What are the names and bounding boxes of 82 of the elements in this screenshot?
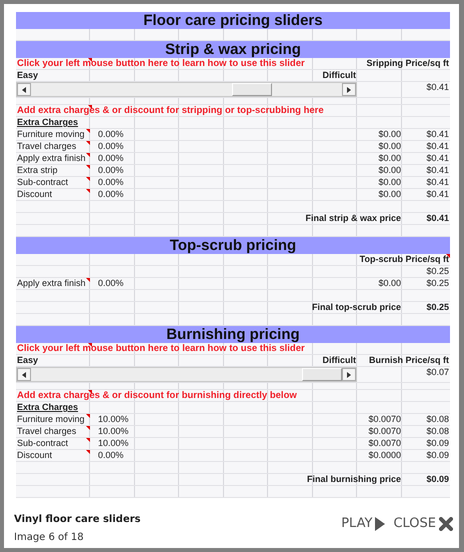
percent-value: 0.00% <box>98 129 124 139</box>
total-label: Final top-scrub price <box>312 302 401 312</box>
charge-label: Furniture moving <box>17 414 85 424</box>
scroll-left-button[interactable] <box>17 83 31 96</box>
charge-label: Apply extra finish <box>17 278 86 288</box>
total-label: Final burnishing price <box>306 474 401 484</box>
percent-value: 0.00% <box>98 153 124 163</box>
amount-value: $0.00 <box>378 278 401 288</box>
total-value: $0.09 <box>426 474 449 484</box>
scale-label: Easy <box>17 355 38 365</box>
close-button[interactable]: CLOSE <box>393 514 453 534</box>
scroll-right-button[interactable] <box>342 83 356 96</box>
amount-value: $0.00 <box>378 141 401 151</box>
slider-thumb[interactable] <box>232 83 272 96</box>
charge-label: Discount <box>17 450 52 460</box>
percent-value: 0.00% <box>98 189 124 199</box>
charge-label: Extra strip <box>17 165 58 175</box>
percent-value: 0.00% <box>98 165 124 175</box>
price-value: $0.41 <box>426 189 449 199</box>
percent-value: 0.00% <box>98 278 124 288</box>
price-value: $0.41 <box>426 141 449 151</box>
price-value: $0.41 <box>426 153 449 163</box>
charge-label: Sub-contract <box>17 177 68 187</box>
close-icon <box>439 516 453 531</box>
left-arrow-icon <box>22 86 26 92</box>
column-header: Burnish Price/sq ft <box>368 355 449 365</box>
play-icon <box>375 516 386 531</box>
scale-label: Difficult <box>322 70 356 80</box>
section-label: Extra Charges <box>17 117 78 127</box>
percent-value: 0.00% <box>98 177 124 187</box>
amount-value: $0.00 <box>378 165 401 175</box>
section-label: Extra Charges <box>17 402 78 412</box>
price-value: $0.09 <box>426 438 449 448</box>
amount-value: $0.0000 <box>368 450 401 460</box>
right-arrow-icon <box>347 86 351 92</box>
image-counter: Image 6 of 18 <box>14 531 85 545</box>
percent-value: 10.00% <box>98 438 129 448</box>
amount-value: $0.0070 <box>368 414 401 424</box>
price-value: $0.41 <box>426 82 449 92</box>
charge-label: Discount <box>17 189 52 199</box>
charge-label: Apply extra finish <box>17 153 86 163</box>
help-note: Add extra charges & or discount for stripping or top-scrubbing here <box>17 105 324 116</box>
scroll-right-button[interactable] <box>342 368 356 381</box>
right-arrow-icon <box>347 372 351 378</box>
price-value: $0.08 <box>426 426 449 436</box>
amount-value: $0.00 <box>378 129 401 139</box>
percent-value: 0.00% <box>98 450 124 460</box>
price-value: $0.25 <box>426 278 449 288</box>
charge-label: Furniture moving <box>17 129 85 139</box>
percent-value: 10.00% <box>98 414 129 424</box>
price-value: $0.41 <box>426 165 449 175</box>
scroll-left-button[interactable] <box>17 368 31 381</box>
amount-value: $0.00 <box>378 177 401 187</box>
price-value: $0.09 <box>426 450 449 460</box>
charge-label: Sub-contract <box>17 438 68 448</box>
price-value: $0.41 <box>426 129 449 139</box>
left-arrow-icon <box>22 372 26 378</box>
price-value: $0.08 <box>426 414 449 424</box>
price-value: $0.41 <box>426 177 449 187</box>
help-note: Add extra charges & or discount for burnishing directly below <box>17 390 297 401</box>
amount-value: $0.0070 <box>368 438 401 448</box>
charge-label: Travel charges <box>17 141 76 151</box>
amount-value: $0.0070 <box>368 426 401 436</box>
price-value: $0.25 <box>426 266 449 276</box>
amount-value: $0.00 <box>378 189 401 199</box>
help-note: Click your left mouse button here to learn how to use this slider <box>17 58 305 69</box>
play-button[interactable]: PLAY <box>341 514 386 534</box>
column-header: Top-scrub Price/sq ft <box>360 254 449 264</box>
column-header: Sripping Price/sq ft <box>366 58 449 68</box>
scale-label: Easy <box>17 70 38 80</box>
help-note: Click your left mouse button here to learn how to use this slider <box>17 343 305 354</box>
percent-value: 0.00% <box>98 141 124 151</box>
price-value: $0.07 <box>426 367 449 377</box>
amount-value: $0.00 <box>378 153 401 163</box>
scale-label: Difficult <box>322 355 356 365</box>
total-value: $0.25 <box>426 302 449 312</box>
charge-label: Travel charges <box>17 426 76 436</box>
slider-thumb[interactable] <box>302 368 342 381</box>
total-value: $0.41 <box>426 213 449 223</box>
image-caption: Vinyl floor care sliders <box>14 513 141 527</box>
total-label: Final strip & wax price <box>305 213 401 223</box>
percent-value: 10.00% <box>98 426 129 436</box>
